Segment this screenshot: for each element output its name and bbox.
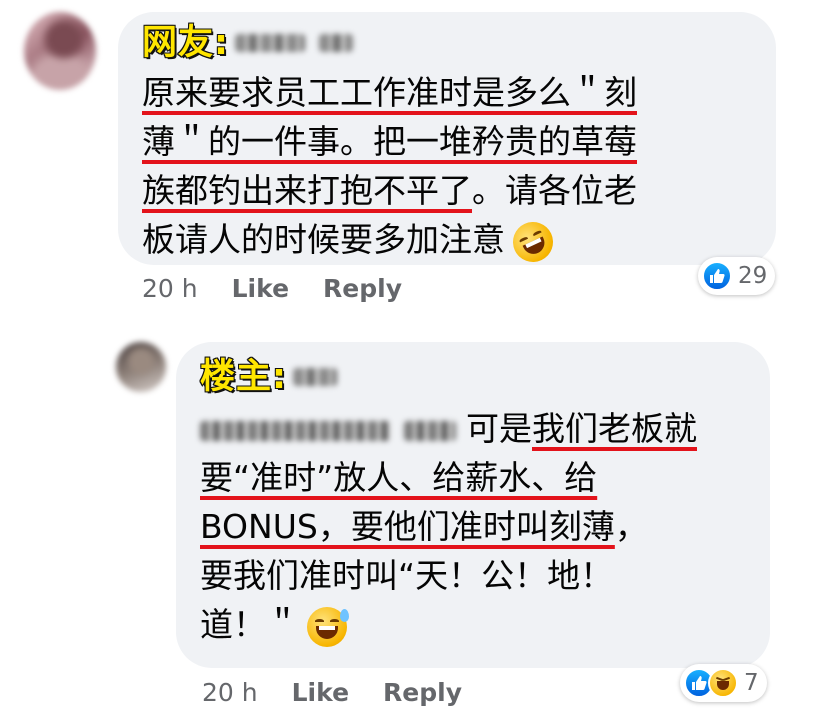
plain-text: 板请人的时候要多加注意 xyxy=(142,220,505,259)
grinning-sweat-emoji xyxy=(307,606,349,647)
comment-author: 网友: xyxy=(141,22,353,64)
comment-text: 原来要求员工工作准时是多么＂刻 薄＂的一件事。把一堆矜贵的草莓 族都钓出来打抱不… xyxy=(142,68,637,269)
highlighted-text: 原来要求员工工作准时是多么＂刻 xyxy=(142,73,637,112)
plain-text: 。请各位老 xyxy=(472,171,637,210)
comment-line: 可是我们老板就 xyxy=(200,404,697,453)
comment-timestamp[interactable]: 20 h xyxy=(142,274,198,303)
like-button[interactable]: Like xyxy=(292,678,349,707)
blurred-author-name[interactable] xyxy=(293,368,337,386)
highlighted-text: BONUS，要他们准时叫刻薄 xyxy=(200,507,615,546)
comment-author: 楼主: xyxy=(199,356,337,398)
plain-text: 可是 xyxy=(466,409,532,448)
reaction-summary[interactable]: 7 xyxy=(680,664,767,702)
comment-text: 可是我们老板就 要“准时”放人、给薪水、给 BONUS，要他们准时叫刻薄， 要我… xyxy=(200,404,697,649)
comment-line: 道！＂ xyxy=(200,600,697,649)
comment-line: 薄＂的一件事。把一堆矜贵的草莓 xyxy=(142,117,637,166)
reaction-count: 7 xyxy=(744,670,759,696)
comment-thread: 网友: 原来要求员工工作准时是多么＂刻 薄＂的一件事。把一堆矜贵的草莓 族都钓出… xyxy=(0,0,828,720)
author-label: 楼主: xyxy=(199,356,287,398)
haha-reaction-icon xyxy=(708,668,738,698)
comment-line: 原来要求员工工作准时是多么＂刻 xyxy=(142,68,637,117)
reply-button[interactable]: Reply xyxy=(383,678,462,707)
blurred-mention[interactable] xyxy=(200,420,390,441)
highlighted-text: 薄＂的一件事。把一堆矜贵的草莓 xyxy=(142,122,637,161)
highlighted-text: 我们老板就 xyxy=(532,409,697,448)
comment-line: 要“准时”放人、给薪水、给 xyxy=(200,453,697,502)
highlighted-text: 族都钓出来打抱不平了 xyxy=(142,171,472,210)
avatar[interactable] xyxy=(24,12,96,90)
reaction-count: 29 xyxy=(738,263,768,289)
comment-timestamp[interactable]: 20 h xyxy=(202,678,258,707)
plain-text: 要我们准时叫“天！公！地！ xyxy=(200,556,614,595)
like-reaction-icon xyxy=(702,261,732,291)
highlighted-text: 要“准时”放人、给薪水、给 xyxy=(200,458,598,497)
comment-line: BONUS，要他们准时叫刻薄， xyxy=(200,502,697,551)
comment-meta: 20 h Like Reply xyxy=(202,678,496,707)
comment-meta: 20 h Like Reply xyxy=(142,274,436,303)
like-button[interactable]: Like xyxy=(232,274,289,303)
plain-text: 道！＂ xyxy=(200,605,299,644)
comment-line: 族都钓出来打抱不平了。请各位老 xyxy=(142,166,637,215)
reply-button[interactable]: Reply xyxy=(323,274,402,303)
comment-line: 板请人的时候要多加注意 xyxy=(142,214,637,269)
blurred-author-name[interactable] xyxy=(319,34,353,52)
author-label: 网友: xyxy=(141,22,229,64)
rolling-on-floor-laughing-emoji xyxy=(506,214,560,269)
avatar[interactable] xyxy=(116,342,166,392)
blurred-mention[interactable] xyxy=(404,420,456,441)
plain-text: ， xyxy=(614,507,648,546)
comment-line: 要我们准时叫“天！公！地！ xyxy=(200,551,697,600)
reaction-summary[interactable]: 29 xyxy=(698,257,776,295)
blurred-author-name[interactable] xyxy=(235,34,305,52)
